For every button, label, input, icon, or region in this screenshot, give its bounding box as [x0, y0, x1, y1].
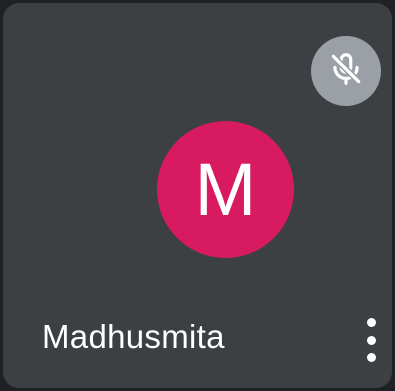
- more-options-button[interactable]: [351, 311, 391, 369]
- avatar-initial: M: [194, 147, 257, 231]
- participant-name: Madhusmita: [42, 318, 225, 355]
- more-vertical-icon: [366, 318, 376, 362]
- mic-off-icon: [327, 50, 365, 93]
- mic-status-indicator: [311, 36, 381, 106]
- avatar: M: [157, 121, 294, 258]
- participant-tile[interactable]: M Madhusmita: [3, 3, 392, 388]
